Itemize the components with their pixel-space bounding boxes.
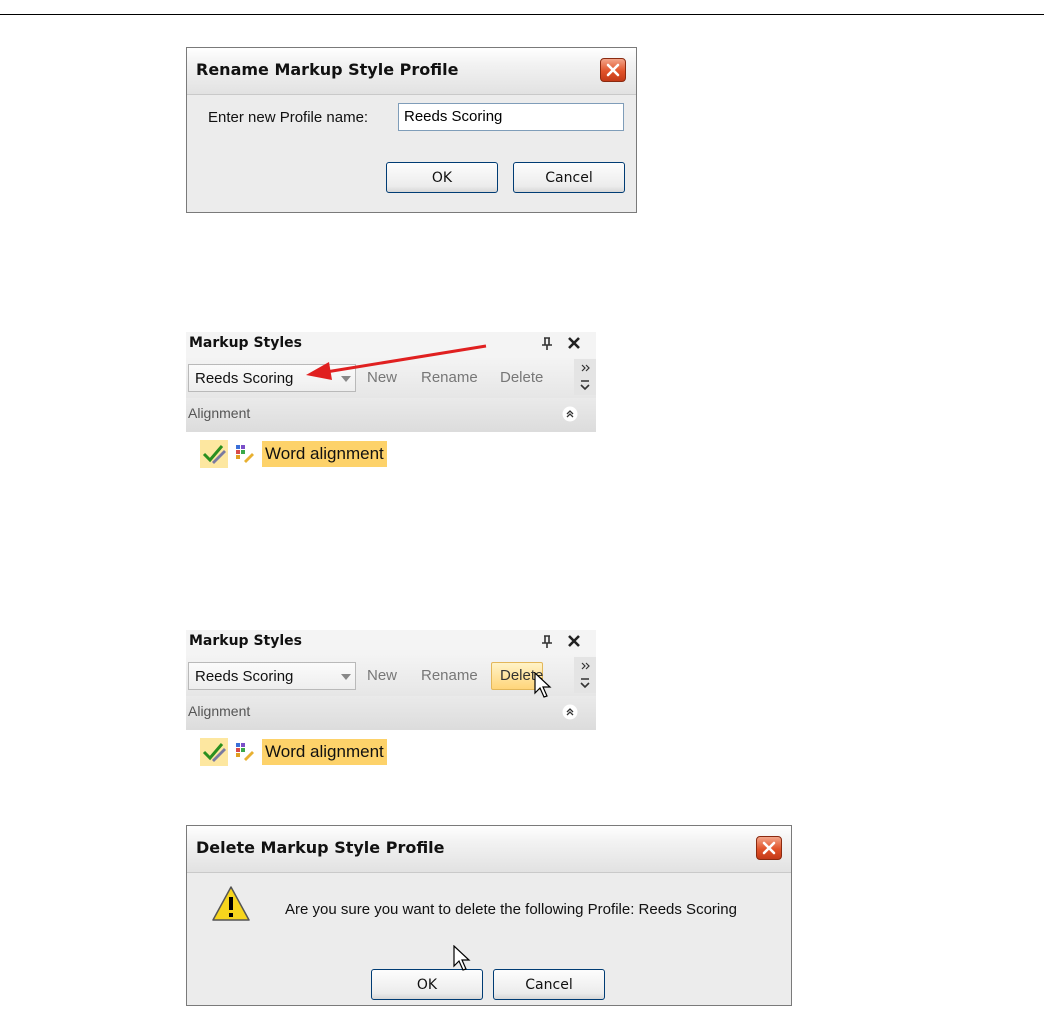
pane-title: Markup Styles — [189, 633, 302, 649]
pane-title: Markup Styles — [189, 335, 302, 351]
rename-profile-dialog: Rename Markup Style Profile Enter new Pr… — [186, 47, 637, 213]
delete-profile-dialog: Delete Markup Style Profile Are you sure… — [186, 825, 792, 1006]
chevron-up-icon[interactable] — [562, 406, 578, 422]
profile-dropdown-value: Reeds Scoring — [195, 370, 294, 387]
page-top-rule — [0, 14, 1044, 15]
mouse-cursor-icon — [534, 672, 552, 698]
profile-dropdown-value: Reeds Scoring — [195, 668, 294, 685]
list-item[interactable]: Word alignment — [200, 738, 420, 766]
close-icon — [762, 841, 776, 855]
list-item[interactable]: Word alignment — [200, 440, 420, 468]
ok-button[interactable]: OK — [371, 969, 483, 1000]
checkmark-pencil-icon[interactable] — [200, 738, 228, 766]
ok-button[interactable]: OK — [386, 162, 498, 193]
mouse-cursor-icon — [453, 945, 471, 971]
style-palette-icon — [236, 445, 254, 463]
dialog-body: Are you sure you want to delete the foll… — [187, 873, 791, 1005]
arrow-annotation-icon — [306, 344, 487, 380]
alignment-group-label: Alignment — [188, 703, 251, 719]
close-button[interactable] — [600, 58, 626, 82]
alignment-group-header[interactable]: Alignment — [186, 696, 596, 730]
profile-name-input[interactable]: Reeds Scoring — [398, 103, 624, 131]
chevron-down-icon[interactable] — [341, 674, 351, 680]
close-icon — [606, 63, 620, 77]
close-icon[interactable] — [567, 336, 581, 350]
profile-name-label: Enter new Profile name: — [208, 109, 369, 126]
checkmark-pencil-icon[interactable] — [200, 440, 228, 468]
close-button[interactable] — [756, 836, 782, 860]
cancel-button[interactable]: Cancel — [493, 969, 605, 1000]
new-profile-button[interactable]: New — [367, 667, 397, 684]
word-alignment-item[interactable]: Word alignment — [262, 441, 387, 467]
warning-icon — [212, 886, 250, 921]
dialog-body: Enter new Profile name: Reeds Scoring OK… — [187, 95, 636, 212]
dialog-title: Delete Markup Style Profile — [196, 838, 445, 857]
close-icon[interactable] — [567, 634, 581, 648]
dialog-title: Rename Markup Style Profile — [196, 60, 459, 79]
pin-icon[interactable] — [541, 337, 553, 351]
chevron-up-icon[interactable] — [562, 704, 578, 720]
pin-icon[interactable] — [541, 635, 553, 649]
word-alignment-item[interactable]: Word alignment — [262, 739, 387, 765]
delete-profile-button[interactable]: Delete — [500, 369, 543, 386]
delete-confirm-message: Are you sure you want to delete the foll… — [285, 901, 737, 918]
rename-profile-button[interactable]: Rename — [421, 667, 478, 684]
alignment-group-header[interactable]: Alignment — [186, 398, 596, 432]
alignment-group-label: Alignment — [188, 405, 251, 421]
style-palette-icon — [236, 743, 254, 761]
toolbar-overflow-icon[interactable] — [574, 359, 596, 395]
cancel-button[interactable]: Cancel — [513, 162, 625, 193]
pane-header: Markup Styles — [186, 630, 596, 654]
dialog-titlebar[interactable]: Delete Markup Style Profile — [187, 826, 791, 873]
dialog-titlebar[interactable]: Rename Markup Style Profile — [187, 48, 636, 95]
profile-dropdown[interactable]: Reeds Scoring — [188, 662, 356, 690]
toolbar-overflow-icon[interactable] — [574, 657, 596, 693]
